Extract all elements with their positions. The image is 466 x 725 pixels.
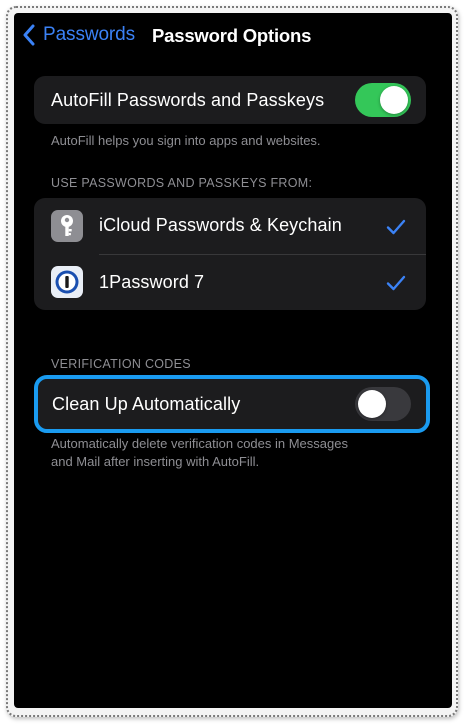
verification-footnote-line: and Mail after inserting with AutoFill. — [51, 454, 260, 469]
verification-section-header: VERIFICATION CODES — [51, 357, 191, 371]
checkmark-icon — [386, 219, 406, 235]
highlight-outline — [34, 375, 430, 433]
verification-footnote-line: Automatically delete verification codes … — [51, 436, 348, 451]
autofill-label: AutoFill Passwords and Passkeys — [51, 89, 325, 110]
back-button-label: Passwords — [43, 24, 136, 45]
chevron-left-icon — [23, 24, 35, 46]
sources-section-header: USE PASSWORDS AND PASSKEYS FROM: — [51, 176, 313, 190]
source-item-1password[interactable]: 1Password 7 — [34, 255, 426, 310]
autofill-group: AutoFill Passwords and Passkeys — [34, 76, 426, 124]
back-button[interactable]: Passwords — [22, 20, 135, 50]
source-label: 1Password 7 — [99, 272, 205, 292]
sources-group: iCloud Passwords & Keychain 1Password 7 — [34, 198, 426, 310]
page-title: Password Options — [152, 25, 312, 46]
autofill-footnote: AutoFill helps you sign into apps and we… — [51, 133, 321, 148]
source-item-icloud[interactable]: iCloud Passwords & Keychain — [34, 198, 426, 254]
verification-footnote: Automatically delete verification codes … — [51, 435, 348, 471]
1password-icon — [51, 266, 83, 298]
settings-screen: Passwords Password Options AutoFill Pass… — [14, 13, 452, 708]
checkmark-icon — [386, 275, 406, 291]
source-label: iCloud Passwords & Keychain — [99, 215, 342, 235]
key-icon — [51, 210, 83, 242]
toggle-knob — [380, 86, 408, 114]
autofill-toggle[interactable] — [355, 83, 411, 117]
